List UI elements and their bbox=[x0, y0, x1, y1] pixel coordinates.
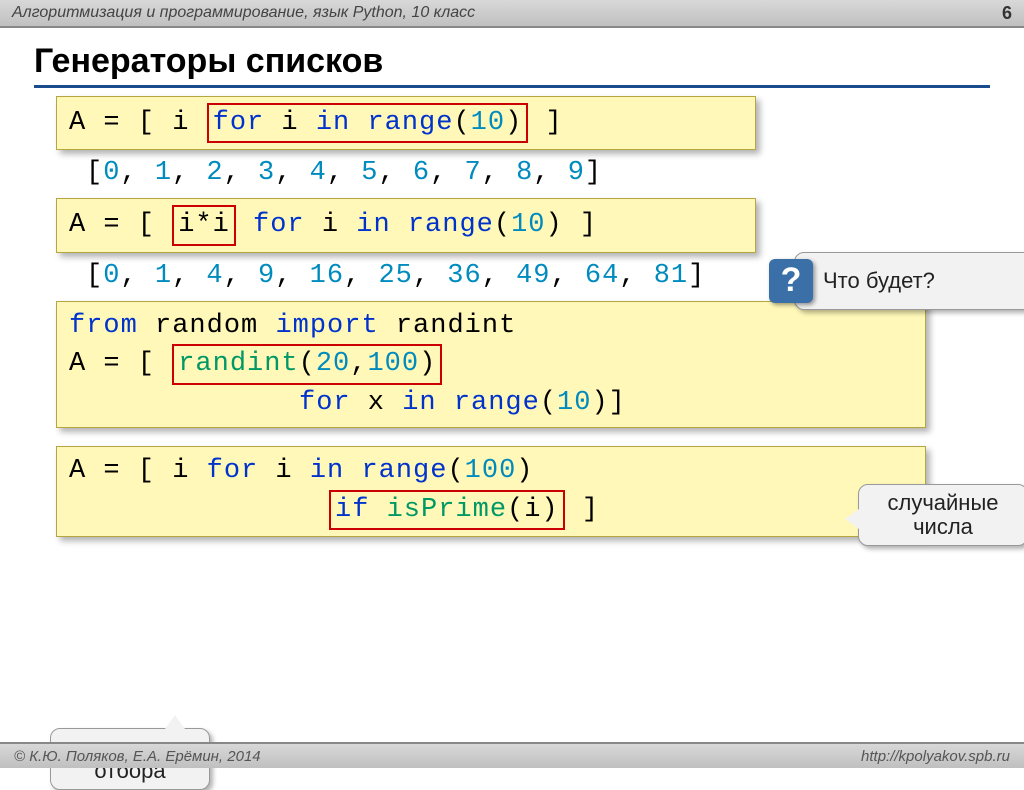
topbar: Алгоритмизация и программирование, язык … bbox=[0, 0, 1024, 28]
highlight-box: if isPrime(i) bbox=[329, 490, 565, 530]
footer: © К.Ю. Поляков, Е.А. Ерёмин, 2014 http:/… bbox=[0, 742, 1024, 768]
code-line: A = [ randint(20,100) bbox=[69, 344, 913, 384]
callout-text: случайные числа bbox=[887, 490, 998, 539]
page-title: Генераторы списков bbox=[34, 42, 990, 88]
highlight-box: randint(20,100) bbox=[172, 344, 442, 384]
code-line: if isPrime(i) ] bbox=[69, 490, 913, 530]
code-block-2: A = [ i*i for i in range(10) ] bbox=[56, 198, 756, 252]
page-number: 6 bbox=[1002, 3, 1012, 24]
copyright: © К.Ю. Поляков, Е.А. Ерёмин, 2014 bbox=[14, 748, 261, 765]
code-block-4: A = [ i for i in range(100) if isPrime(i… bbox=[56, 446, 926, 537]
code-text: A = [ i bbox=[69, 108, 207, 138]
callout-text: Что будет? bbox=[823, 269, 935, 293]
code-block-1: A = [ i for i in range(10) ] bbox=[56, 96, 756, 150]
code-line: A = [ i for i in range(100) bbox=[69, 453, 913, 489]
url: http://kpolyakov.spb.ru bbox=[861, 748, 1010, 765]
subject: Алгоритмизация и программирование, язык … bbox=[12, 4, 475, 22]
highlight-box: for i in range(10) bbox=[207, 103, 529, 143]
output-1: [0, 1, 2, 3, 4, 5, 6, 7, 8, 9] bbox=[86, 158, 968, 188]
code-line: from random import randint bbox=[69, 308, 913, 344]
callout-question: ? Что будет? bbox=[794, 252, 1024, 310]
code-text: for i in range(10) ] bbox=[236, 210, 597, 240]
code-line: for x in range(10)] bbox=[69, 385, 913, 421]
code-text: A = [ bbox=[69, 210, 172, 240]
content: A = [ i for i in range(10) ] [0, 1, 2, 3… bbox=[0, 96, 1024, 537]
highlight-box: i*i bbox=[172, 205, 236, 245]
code-text: ] bbox=[528, 108, 562, 138]
code-block-3: from random import randint A = [ randint… bbox=[56, 301, 926, 428]
question-icon: ? bbox=[769, 259, 813, 303]
callout-random: случайные числа bbox=[858, 484, 1024, 546]
